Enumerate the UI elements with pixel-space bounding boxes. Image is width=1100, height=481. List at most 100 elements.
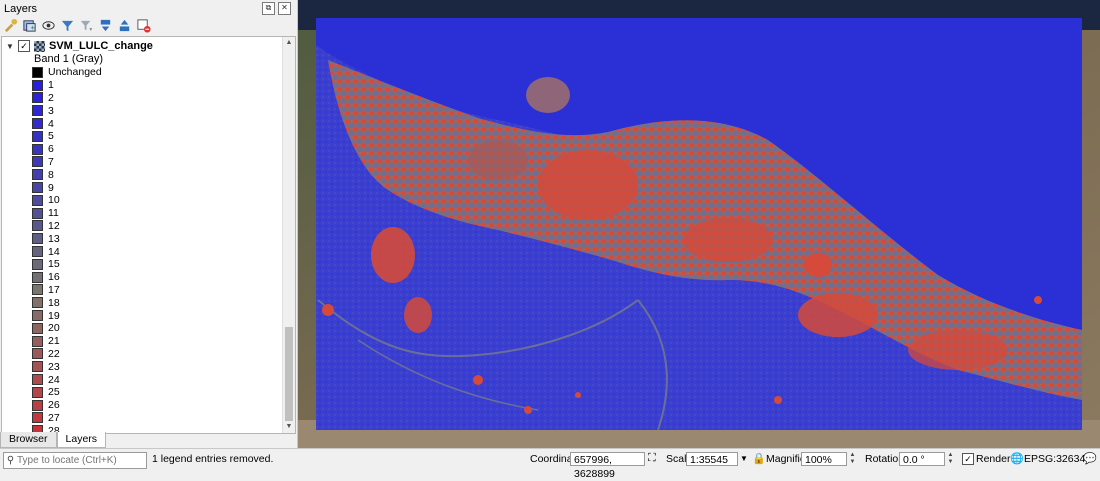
- legend-entry: 11: [32, 207, 102, 220]
- legend-label: 23: [48, 360, 60, 373]
- lock-icon[interactable]: 🔒: [752, 452, 766, 465]
- manage-map-themes-icon[interactable]: [40, 17, 56, 33]
- scale-dropdown-icon[interactable]: ▼: [740, 454, 748, 463]
- rotation-spin-icon[interactable]: ▲ ▼: [946, 452, 955, 466]
- legend-entry: 7: [32, 156, 102, 169]
- band-label: Band 1 (Gray): [34, 53, 104, 65]
- legend-swatch: [32, 143, 43, 155]
- collapse-arrow-icon[interactable]: ▼: [6, 42, 14, 51]
- toggle-extents-icon[interactable]: ⛶: [648, 452, 656, 465]
- legend-label: 20: [48, 322, 60, 335]
- tab-browser[interactable]: Browser: [0, 432, 57, 448]
- messages-icon[interactable]: 💬: [1083, 452, 1097, 465]
- legend-swatch: [32, 130, 43, 142]
- legend-label: 25: [48, 386, 60, 399]
- float-panel-button[interactable]: ⧉: [262, 2, 275, 15]
- legend-entry: 13: [32, 232, 102, 245]
- legend-label: 21: [48, 335, 60, 348]
- legend-swatch: [32, 105, 43, 117]
- filter-legend-icon[interactable]: [59, 17, 75, 33]
- legend-entry: 22: [32, 348, 102, 361]
- locator-input[interactable]: [17, 455, 141, 466]
- legend-swatch: [32, 335, 43, 347]
- legend-swatch: [32, 207, 43, 219]
- rotation-field[interactable]: 0.0 °: [899, 452, 945, 466]
- legend-entry: 10: [32, 194, 102, 207]
- locator-box[interactable]: ⚲: [3, 452, 147, 469]
- status-message: 1 legend entries removed.: [152, 453, 274, 465]
- open-layer-styling-icon[interactable]: [2, 17, 18, 33]
- legend-swatch: [32, 92, 43, 104]
- legend-swatch: [32, 233, 43, 245]
- layer-item[interactable]: ▼ ✓ SVM_LULC_change: [6, 39, 153, 53]
- legend-swatch: [32, 271, 43, 283]
- layer-tree-scrollbar[interactable]: ▲ ▼: [282, 37, 295, 433]
- magnifier-field[interactable]: 100%: [801, 452, 847, 466]
- legend-swatch: [32, 361, 43, 373]
- remove-layer-icon[interactable]: [135, 17, 151, 33]
- render-checkbox[interactable]: ✓: [962, 453, 974, 465]
- layer-visibility-checkbox[interactable]: ✓: [18, 40, 30, 52]
- legend-label: 14: [48, 245, 60, 258]
- expand-all-icon[interactable]: [97, 17, 113, 33]
- legend-entry: 20: [32, 322, 102, 335]
- legend-label: 10: [48, 194, 60, 207]
- scale-field[interactable]: 1:35545: [686, 452, 738, 466]
- filter-expression-icon[interactable]: ▾: [78, 17, 94, 33]
- close-panel-button[interactable]: ✕: [278, 2, 291, 15]
- legend-entry: 21: [32, 335, 102, 348]
- legend-entry: 23: [32, 360, 102, 373]
- legend-swatch: [32, 258, 43, 270]
- layers-panel: Layers ⧉ ✕ + ▾ ▼ ✓ SVM_LULC_change Band …: [0, 0, 298, 448]
- layer-tree[interactable]: ▼ ✓ SVM_LULC_change Band 1 (Gray) Unchan…: [1, 36, 296, 434]
- legend-label: 24: [48, 373, 60, 386]
- legend-label: 8: [48, 168, 54, 181]
- scroll-up-icon[interactable]: ▲: [285, 39, 293, 47]
- legend-swatch: [32, 386, 43, 398]
- legend-label: 15: [48, 258, 60, 271]
- tab-layers[interactable]: Layers: [56, 432, 107, 448]
- legend-swatch: [32, 220, 43, 232]
- legend-swatch: [32, 322, 43, 334]
- panel-title: Layers: [4, 3, 38, 15]
- legend-label: 13: [48, 232, 60, 245]
- legend-label: 4: [48, 117, 54, 130]
- legend-entry: 24: [32, 373, 102, 386]
- legend-swatch: [32, 284, 43, 296]
- map-canvas[interactable]: [298, 0, 1100, 448]
- layers-toolbar: + ▾: [2, 15, 151, 35]
- collapse-all-icon[interactable]: [116, 17, 132, 33]
- legend-label: 7: [48, 155, 54, 168]
- legend-entry: 4: [32, 117, 102, 130]
- legend-swatch: [32, 194, 43, 206]
- legend-swatch: [32, 297, 43, 309]
- legend-label: 5: [48, 130, 54, 143]
- render-label: Render: [976, 453, 1011, 465]
- scroll-down-icon[interactable]: ▼: [285, 423, 293, 431]
- legend-swatch: [32, 66, 43, 78]
- crs-button[interactable]: EPSG:32634: [1024, 453, 1085, 465]
- legend-swatch: [32, 310, 43, 322]
- legend-label: 16: [48, 271, 60, 284]
- legend-entry: 25: [32, 386, 102, 399]
- legend-entry: 9: [32, 181, 102, 194]
- legend-entry: 18: [32, 296, 102, 309]
- legend-label: 19: [48, 309, 60, 322]
- add-group-icon[interactable]: +: [21, 17, 37, 33]
- legend-entry: 6: [32, 143, 102, 156]
- coordinate-field[interactable]: 657996, 3628899: [570, 452, 645, 480]
- legend-label: 2: [48, 91, 54, 104]
- legend-label: 22: [48, 347, 60, 360]
- magnifier-spin-icon[interactable]: ▲ ▼: [848, 452, 857, 466]
- legend-label: 17: [48, 283, 60, 296]
- legend-label: 9: [48, 181, 54, 194]
- legend-swatch: [32, 182, 43, 194]
- raster-layer-icon: [34, 40, 45, 52]
- legend-label: 11: [48, 207, 59, 220]
- scrollbar-thumb[interactable]: [285, 327, 293, 421]
- svg-text:+: +: [30, 23, 35, 32]
- legend-label: 6: [48, 143, 54, 156]
- legend-entry: 8: [32, 168, 102, 181]
- legend-entry: Unchanged: [32, 66, 102, 79]
- crs-globe-icon[interactable]: 🌐: [1010, 452, 1024, 465]
